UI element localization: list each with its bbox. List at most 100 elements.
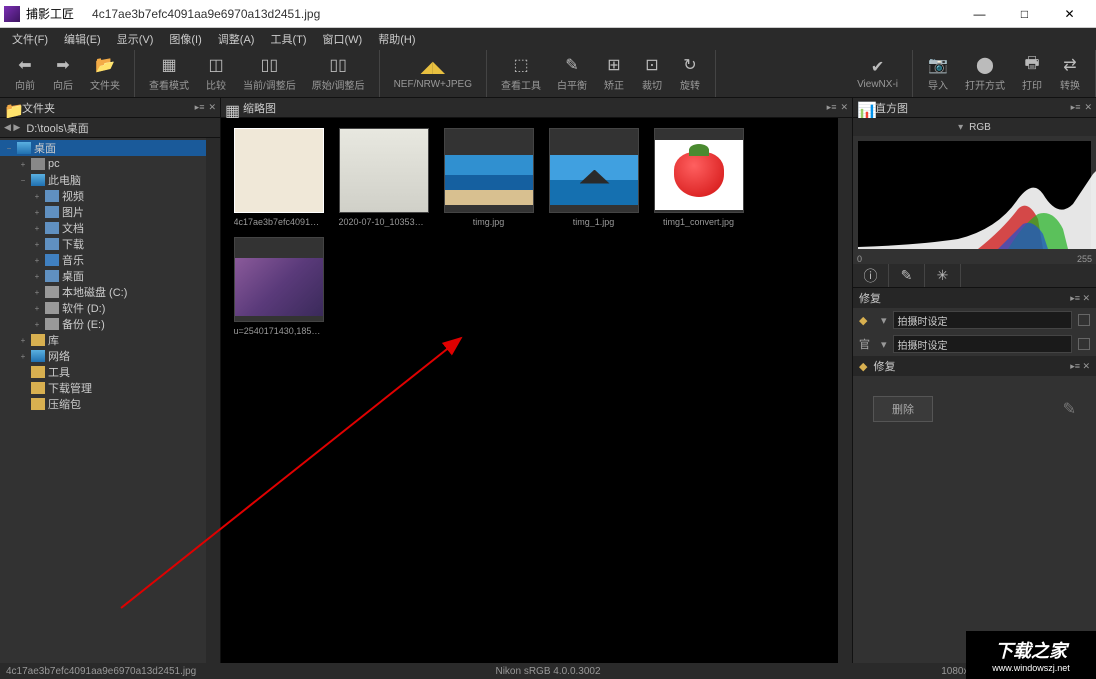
tree-item[interactable]: +网络 [0,348,206,364]
tree-expand-icon[interactable]: + [18,160,28,169]
open-method-button[interactable]: ⬤打开方式 [957,50,1013,97]
correct-icon: ⊞ [604,55,624,75]
tree-item[interactable]: +文档 [0,220,206,236]
whitebalance-button[interactable]: ✎白平衡 [549,50,595,97]
crop-button[interactable]: ⊡裁切 [633,50,671,97]
panel-menu-icon[interactable]: ▸≡ [827,102,837,113]
import-button[interactable]: 📷导入 [919,50,957,97]
tree-expand-icon[interactable]: + [32,208,42,217]
tree-item[interactable]: −此电脑 [0,172,206,188]
menu-image[interactable]: 图像(I) [161,29,209,49]
tree-item[interactable]: +桌面 [0,268,206,284]
view-tool-button[interactable]: ⬚查看工具 [493,50,549,97]
watermark: 下载之家 www.windowszj.net [966,631,1096,679]
repair-subsection-header[interactable]: ◆ 修复 ▸≡ ✕ [853,356,1096,376]
tree-expand-icon[interactable]: + [18,352,28,361]
section-menu-icon[interactable]: ▸≡ ✕ [1070,293,1090,304]
nav-back-button[interactable]: ⬅向前 [6,50,44,97]
menu-edit[interactable]: 编辑(E) [56,29,109,49]
menu-help[interactable]: 帮助(H) [370,29,423,49]
thumbnail-grid[interactable]: 4c17ae3b7efc4091aa9e69... 2020-07-10_103… [221,118,852,663]
tree-item[interactable]: +软件 (D:) [0,300,206,316]
brush-icon[interactable]: ✎ [1063,399,1076,419]
delete-button[interactable]: 删除 [873,396,933,422]
tree-expand-icon[interactable]: + [32,224,42,233]
folder-button[interactable]: 📂文件夹 [82,50,128,97]
tree-expand-icon[interactable]: + [32,272,42,281]
menu-adjust[interactable]: 调整(A) [210,29,263,49]
tree-item[interactable]: 下载管理 [0,380,206,396]
thumbnail-item[interactable]: timg_1.jpg [546,128,641,227]
tree-expand-icon[interactable]: + [32,256,42,265]
tree-item[interactable]: +下载 [0,236,206,252]
tree-item[interactable]: +视频 [0,188,206,204]
menu-tools[interactable]: 工具(T) [262,29,314,49]
tree-item[interactable]: +图片 [0,204,206,220]
panel-close-icon[interactable]: ✕ [208,102,216,113]
print-button[interactable]: 🖶打印 [1013,50,1051,97]
tab-info[interactable]: ⓘ [853,264,889,287]
setting-checkbox-1[interactable] [1078,314,1090,326]
center-scrollbar[interactable] [838,118,852,663]
setting-dropdown-1[interactable]: 拍摄时设定 [893,311,1072,329]
tree-expand-icon[interactable]: + [32,192,42,201]
thumbnail-item[interactable]: timg1_convert.jpg [651,128,746,227]
breadcrumb[interactable]: ◀ ▶ D:\tools\桌面 [0,118,220,138]
convert-button[interactable]: ⇄转换 [1051,50,1089,97]
nav-forward-button[interactable]: ➡向后 [44,50,82,97]
view-mode-button[interactable]: ▦查看模式 [141,50,197,97]
pre-post-button[interactable]: ▯▯当前/调整后 [235,50,304,97]
chevron-down-icon: ▾ [958,122,963,133]
tree-expand-icon[interactable]: + [32,240,42,249]
tab-edit[interactable]: ✎ [889,264,925,287]
tree-expand-icon[interactable]: + [32,320,42,329]
panel-menu-icon[interactable]: ▸≡ [195,102,205,113]
menu-file[interactable]: 文件(F) [4,29,56,49]
panel-menu-icon[interactable]: ▸≡ [1071,102,1081,113]
tab-effects[interactable]: ✳ [925,264,961,287]
panel-close-icon[interactable]: ✕ [1084,102,1092,113]
compare-icon: ◫ [206,55,226,75]
maximize-button[interactable]: □ [1002,0,1047,28]
tree-item[interactable]: −桌面 [0,140,206,156]
folder-tree[interactable]: −桌面+pc−此电脑+视频+图片+文档+下载+音乐+桌面+本地磁盘 (C:)+软… [0,138,206,663]
rotate-button[interactable]: ↻旋转 [671,50,709,97]
tree-expand-icon[interactable]: − [4,144,14,153]
tree-node-icon [31,158,45,170]
minimize-button[interactable]: — [957,0,1002,28]
correct-button[interactable]: ⊞矫正 [595,50,633,97]
tree-item[interactable]: +备份 (E:) [0,316,206,332]
tree-item[interactable]: +本地磁盘 (C:) [0,284,206,300]
chevron-down-icon[interactable]: ▾ [881,314,887,327]
tree-item[interactable]: +库 [0,332,206,348]
breadcrumb-back-icon[interactable]: ◀ ▶ [4,122,20,133]
close-button[interactable]: ✕ [1047,0,1092,28]
thumbnail-item[interactable]: 2020-07-10_103536.jpg [336,128,431,227]
tree-expand-icon[interactable]: + [18,336,28,345]
menu-view[interactable]: 显示(V) [109,29,162,49]
tree-item[interactable]: 压缩包 [0,396,206,412]
repair-section-header[interactable]: 修复 ▸≡ ✕ [853,288,1096,308]
nef-button[interactable]: ◢◣NEF/NRW+JPEG [386,50,480,97]
viewnx-button[interactable]: ✔ViewNX-i [849,50,906,97]
menu-window[interactable]: 窗口(W) [315,29,371,49]
orig-post-button[interactable]: ▯▯原始/调整后 [304,50,373,97]
tree-item[interactable]: +pc [0,156,206,172]
thumbnail-panel: ▦ 缩略图 ▸≡ ✕ 4c17ae3b7efc4091aa9e69... 202… [221,98,852,663]
tree-expand-icon[interactable]: + [32,304,42,313]
compare-button[interactable]: ◫比较 [197,50,235,97]
tree-expand-icon[interactable]: − [18,176,28,185]
tree-scrollbar[interactable] [206,138,220,663]
thumbnail-item[interactable]: timg.jpg [441,128,536,227]
thumbnail-item[interactable]: u=2540171430,18589162... [231,237,326,336]
tree-item[interactable]: +音乐 [0,252,206,268]
thumbnail-item[interactable]: 4c17ae3b7efc4091aa9e69... [231,128,326,227]
histogram-mode-selector[interactable]: ▾ RGB [853,118,1096,136]
tree-item[interactable]: 工具 [0,364,206,380]
panel-close-icon[interactable]: ✕ [840,102,848,113]
setting-dropdown-2[interactable]: 拍摄时设定 [893,335,1072,353]
tree-expand-icon[interactable]: + [32,288,42,297]
chevron-down-icon[interactable]: ▾ [881,338,887,351]
section-menu-icon[interactable]: ▸≡ ✕ [1070,361,1090,372]
setting-checkbox-2[interactable] [1078,338,1090,350]
